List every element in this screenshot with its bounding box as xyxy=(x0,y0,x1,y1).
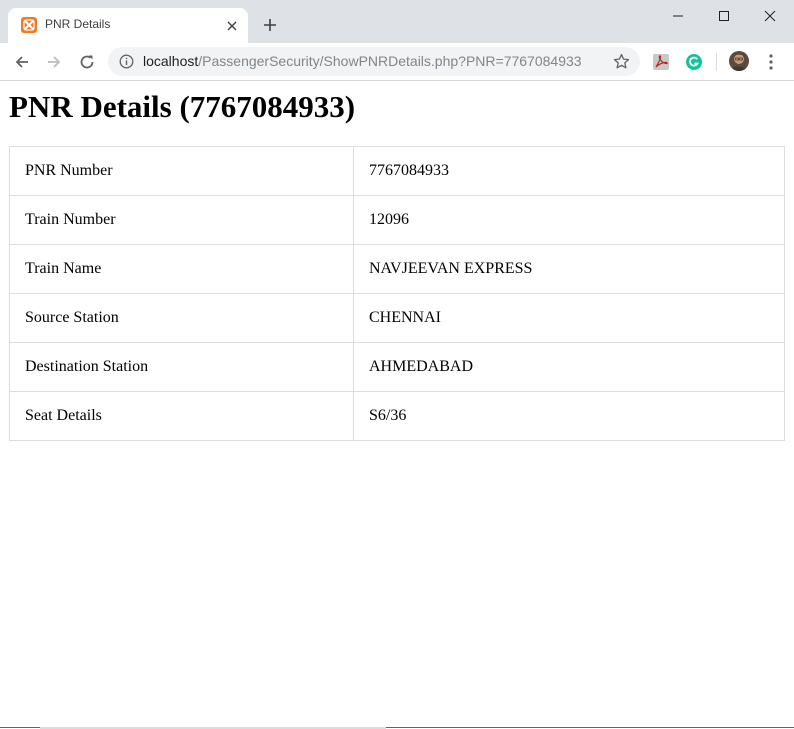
page-content: PNR Details (7767084933) PNR Number 7767… xyxy=(0,81,794,727)
table-row: PNR Number 7767084933 xyxy=(9,146,785,196)
maximize-icon[interactable] xyxy=(714,6,734,26)
tab-title: PNR Details xyxy=(45,17,111,31)
table-row: Source Station CHENNAI xyxy=(9,293,785,343)
page-title: PNR Details (7767084933) xyxy=(9,89,356,124)
row-value: NAVJEEVAN EXPRESS xyxy=(353,244,785,294)
table-row: Destination Station AHMEDABAD xyxy=(9,342,785,392)
row-label: PNR Number xyxy=(9,146,354,196)
url-host: localhost xyxy=(143,53,199,69)
row-value: 7767084933 xyxy=(353,146,785,196)
url-text[interactable]: localhost/PassengerSecurity/ShowPNRDetai… xyxy=(143,53,582,69)
row-label: Seat Details xyxy=(9,391,354,441)
row-label: Train Number xyxy=(9,195,354,245)
row-value: CHENNAI xyxy=(353,293,785,343)
row-label: Train Name xyxy=(9,244,354,294)
tab-pnr-details[interactable]: PNR Details xyxy=(8,8,248,43)
minimize-icon[interactable] xyxy=(668,6,688,26)
arrow-left-icon[interactable] xyxy=(12,52,32,72)
plus-icon[interactable] xyxy=(261,16,279,34)
toolbar-divider xyxy=(716,53,717,71)
arrow-right-icon[interactable] xyxy=(44,52,64,72)
xampp-icon xyxy=(21,17,37,33)
table-row: Seat Details S6/36 xyxy=(9,391,785,441)
grammarly-icon[interactable] xyxy=(685,53,703,71)
tab-strip: PNR Details xyxy=(0,0,794,43)
table-row: Train Number 12096 xyxy=(9,195,785,245)
url-path: /PassengerSecurity/ShowPNRDetails.php?PN… xyxy=(198,53,582,69)
avatar[interactable] xyxy=(729,51,749,71)
star-icon[interactable] xyxy=(613,53,630,70)
row-value: AHMEDABAD xyxy=(353,342,785,392)
browser-toolbar: localhost/PassengerSecurity/ShowPNRDetai… xyxy=(0,43,794,81)
acrobat-icon[interactable] xyxy=(652,53,670,71)
table-row: Train Name NAVJEEVAN EXPRESS xyxy=(9,244,785,294)
close-icon[interactable] xyxy=(224,18,240,34)
address-bar[interactable]: localhost/PassengerSecurity/ShowPNRDetai… xyxy=(108,47,640,76)
kebab-menu-icon[interactable] xyxy=(763,53,779,71)
row-label: Destination Station xyxy=(9,342,354,392)
row-value: S6/36 xyxy=(353,391,785,441)
row-label: Source Station xyxy=(9,293,354,343)
window-close-icon[interactable] xyxy=(760,6,780,26)
reload-icon[interactable] xyxy=(77,52,97,72)
row-value: 12096 xyxy=(353,195,785,245)
info-icon[interactable] xyxy=(119,54,134,69)
pnr-details-table: PNR Number 7767084933 Train Number 12096… xyxy=(9,146,785,441)
